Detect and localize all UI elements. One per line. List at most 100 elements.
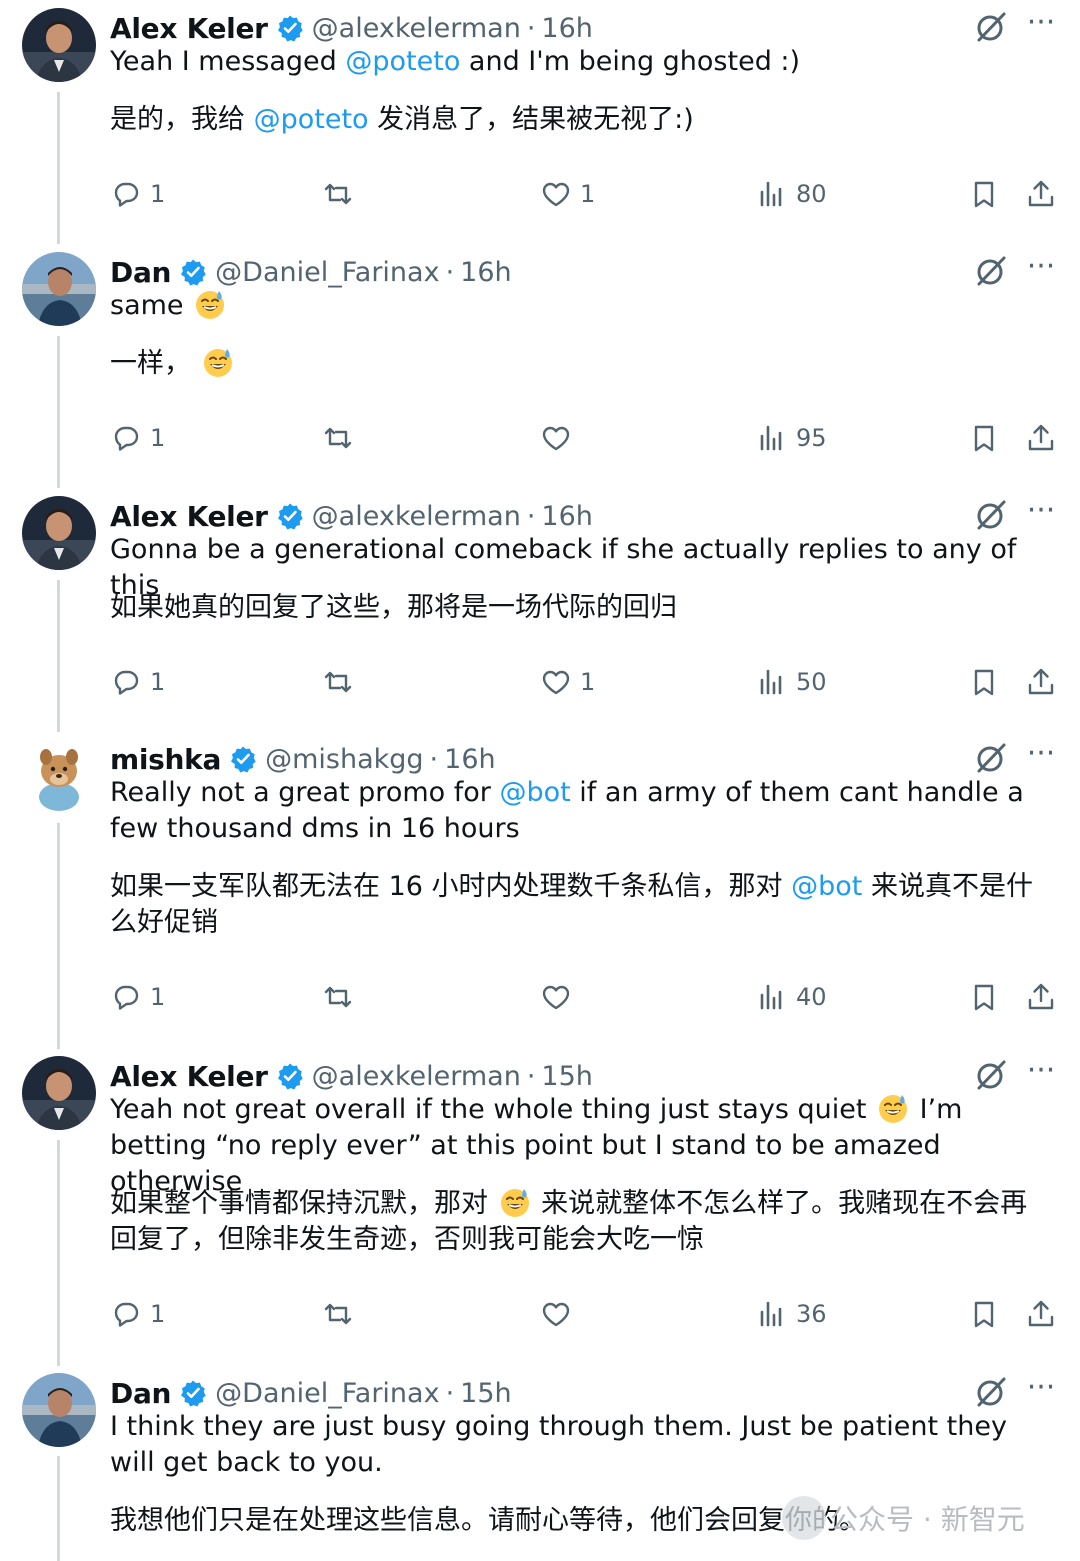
action-bar: 1 1 80 [110, 174, 1060, 214]
sweat-smile-emoji-icon [202, 346, 234, 378]
separator-dot: · [526, 500, 536, 532]
tweet[interactable]: Dan @Daniel_Farinax · 16h ··· same 一样， 1… [0, 244, 1080, 488]
retweet-button[interactable] [322, 977, 362, 1017]
user-handle[interactable]: @alexkelerman [312, 13, 521, 44]
sweat-smile-emoji-icon [499, 1186, 531, 1218]
grok-icon[interactable] [974, 1375, 1008, 1409]
retweet-button[interactable] [322, 1294, 362, 1334]
bookmark-icon [974, 425, 994, 452]
tweet[interactable]: Alex Keler @alexkelerman · 16h ··· Yeah … [0, 0, 1080, 244]
bookmark-button[interactable] [968, 662, 1000, 702]
bookmark-button[interactable] [968, 977, 1000, 1017]
timestamp[interactable]: 16h [444, 744, 495, 775]
more-options-icon[interactable]: ··· [1026, 1373, 1056, 1409]
timestamp[interactable]: 15h [460, 1378, 511, 1409]
timestamp[interactable]: 16h [541, 13, 592, 44]
more-options-icon[interactable]: ··· [1026, 252, 1056, 288]
share-button[interactable] [1025, 174, 1057, 214]
reply-icon [114, 426, 139, 451]
tweet[interactable]: Alex Keler @alexkelerman · 15h ··· Yeah … [0, 1048, 1080, 1366]
action-bar: 1 40 [110, 977, 1060, 1017]
avatar-mishka[interactable] [22, 739, 96, 813]
user-handle[interactable]: @Daniel_Farinax [215, 1378, 439, 1409]
user-handle[interactable]: @mishakgg [265, 744, 423, 775]
grok-icon[interactable] [974, 741, 1008, 775]
retweet-button[interactable] [322, 662, 362, 702]
display-name[interactable]: Alex Keler [110, 1060, 268, 1093]
user-handle[interactable]: @alexkelerman [312, 1061, 521, 1092]
share-button[interactable] [1025, 1294, 1057, 1334]
avatar-alex-keler[interactable] [22, 496, 96, 570]
reply-button[interactable]: 1 [110, 174, 165, 214]
views-button[interactable]: 36 [756, 1294, 827, 1334]
timestamp[interactable]: 16h [460, 257, 511, 288]
like-count: 1 [580, 180, 596, 208]
tweet[interactable]: Alex Keler @alexkelerman · 16h ··· Gonna… [0, 488, 1080, 732]
reply-thread: Alex Keler @alexkelerman · 16h ··· Yeah … [0, 0, 1080, 1561]
like-button[interactable] [540, 977, 580, 1017]
tweet-text-en: Really not a great promo for @bot if an … [110, 777, 1024, 844]
reply-button[interactable]: 1 [110, 1294, 165, 1334]
mention-link[interactable]: @poteto [345, 46, 460, 77]
tweet[interactable]: mishka @mishakgg · 16h ··· Really not a … [0, 731, 1080, 1049]
reply-count: 1 [150, 668, 166, 696]
mention-link[interactable]: @bot [499, 777, 570, 808]
grok-icon[interactable] [974, 1058, 1008, 1092]
mention-link[interactable]: @poteto [254, 104, 369, 135]
tweet-text-en: I think they are just busy going through… [110, 1411, 1007, 1478]
views-button[interactable]: 40 [756, 977, 827, 1017]
grok-icon[interactable] [974, 254, 1008, 288]
more-options-icon[interactable]: ··· [1026, 496, 1056, 532]
display-name[interactable]: Alex Keler [110, 500, 268, 533]
retweet-icon [324, 427, 352, 449]
views-chart-icon [760, 984, 782, 1010]
user-handle[interactable]: @alexkelerman [312, 501, 521, 532]
bookmark-button[interactable] [968, 1294, 1000, 1334]
like-button[interactable]: 1 [540, 662, 595, 702]
reply-button[interactable]: 1 [110, 662, 165, 702]
like-button[interactable]: 1 [540, 174, 595, 214]
bookmark-button[interactable] [968, 174, 1000, 214]
share-icon [1028, 180, 1054, 207]
like-button[interactable] [540, 418, 580, 458]
views-button[interactable]: 50 [756, 662, 827, 702]
avatar-dan[interactable] [22, 1373, 96, 1447]
timestamp[interactable]: 16h [541, 501, 592, 532]
share-icon [1028, 424, 1054, 451]
view-count: 95 [796, 424, 827, 452]
retweet-button[interactable] [322, 418, 362, 458]
bookmark-icon [974, 1301, 994, 1328]
bookmark-button[interactable] [968, 418, 1000, 458]
display-name[interactable]: Alex Keler [110, 12, 268, 45]
views-button[interactable]: 80 [756, 174, 827, 214]
timestamp[interactable]: 15h [541, 1061, 592, 1092]
more-options-icon[interactable]: ··· [1026, 1056, 1056, 1092]
views-chart-icon [760, 181, 782, 207]
reply-button[interactable]: 1 [110, 977, 165, 1017]
like-button[interactable] [540, 1294, 580, 1334]
tweet-text-zh: 如果她真的回复了这些，那将是一场代际的回归 [110, 592, 677, 623]
views-chart-icon [760, 425, 782, 451]
watermark: 公众号 · 新智元 [782, 1496, 1025, 1540]
mention-link[interactable]: @bot [791, 871, 862, 902]
share-button[interactable] [1025, 977, 1057, 1017]
avatar-alex-keler[interactable] [22, 1056, 96, 1130]
view-count: 36 [796, 1300, 827, 1328]
retweet-button[interactable] [322, 174, 362, 214]
display-name[interactable]: mishka [110, 743, 221, 776]
more-options-icon[interactable]: ··· [1026, 739, 1056, 775]
grok-icon[interactable] [974, 10, 1008, 44]
views-button[interactable]: 95 [756, 418, 827, 458]
avatar-dan[interactable] [22, 252, 96, 326]
avatar-alex-keler[interactable] [22, 8, 96, 82]
display-name[interactable]: Dan [110, 1377, 171, 1410]
share-button[interactable] [1025, 418, 1057, 458]
display-name[interactable]: Dan [110, 256, 171, 289]
more-options-icon[interactable]: ··· [1026, 8, 1056, 44]
user-handle[interactable]: @Daniel_Farinax [215, 257, 439, 288]
verified-badge-icon [179, 1379, 207, 1407]
share-button[interactable] [1025, 662, 1057, 702]
reply-button[interactable]: 1 [110, 418, 165, 458]
grok-icon[interactable] [974, 498, 1008, 532]
tweet-header: Alex Keler @alexkelerman · 15h [110, 1056, 593, 1096]
